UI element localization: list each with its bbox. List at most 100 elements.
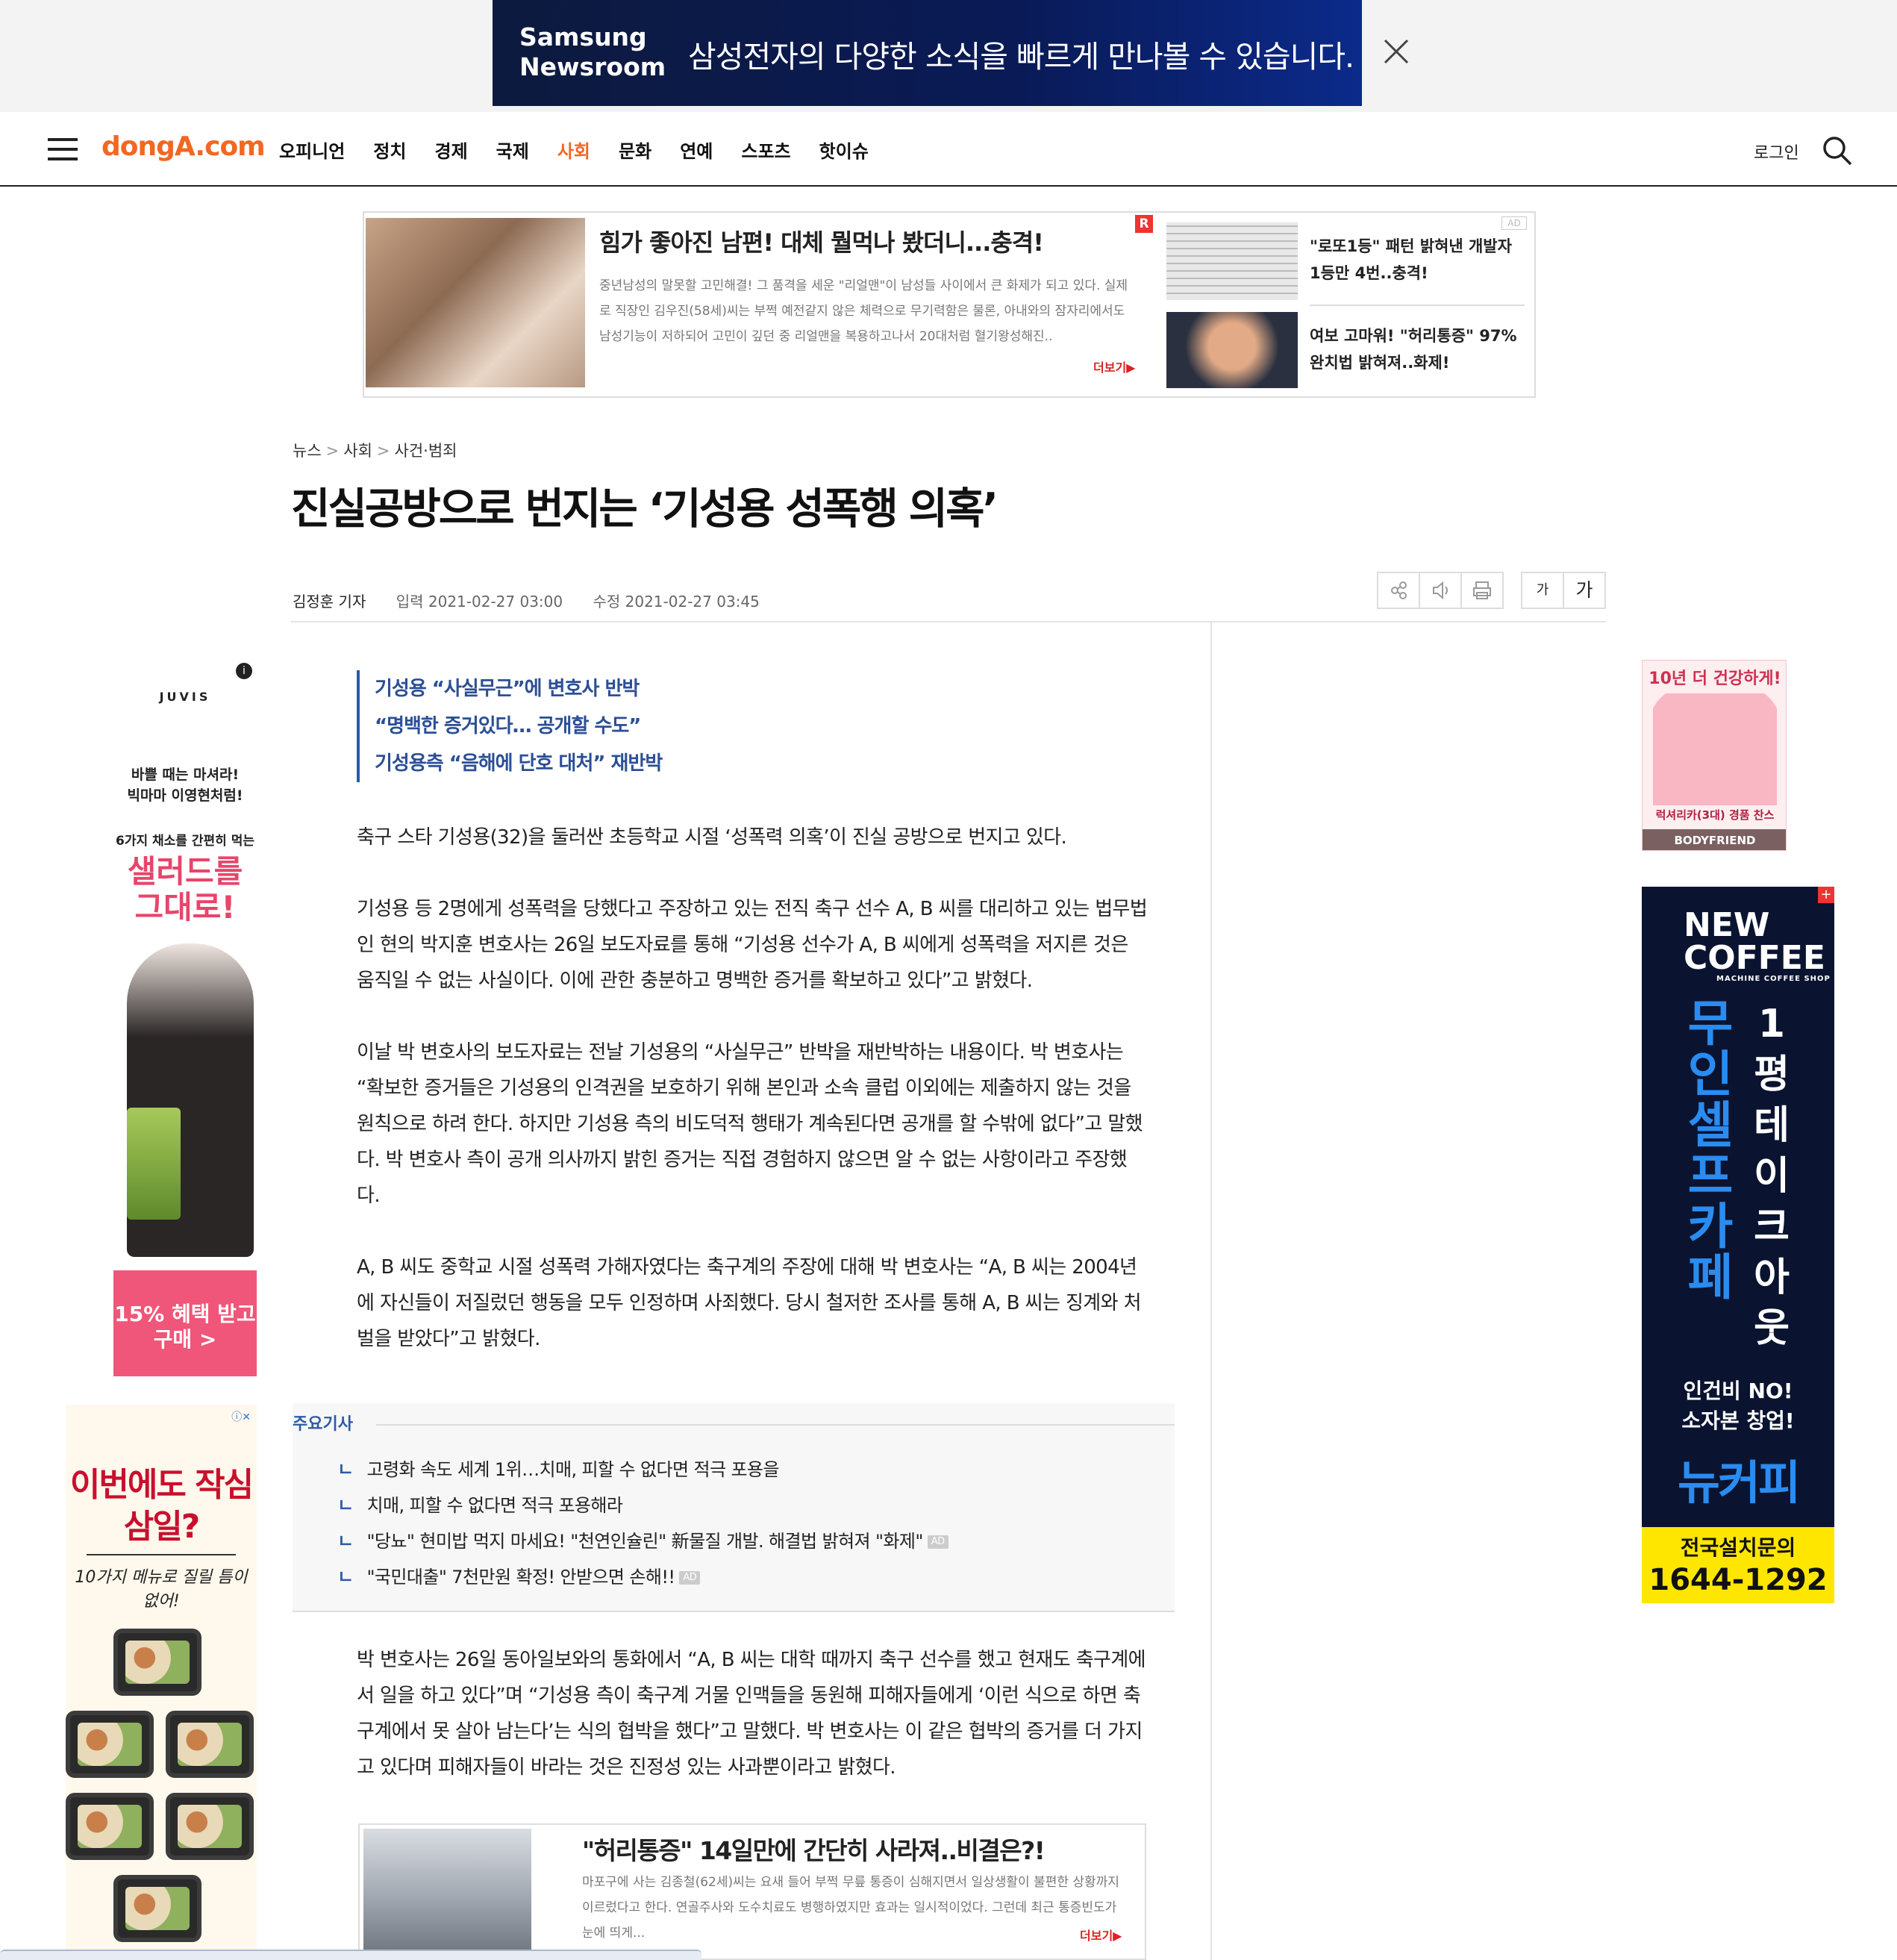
nav-item-entertainment[interactable]: 연예 xyxy=(680,137,713,163)
ad-text: 인건비 NO! 소자본 창업! xyxy=(1681,1379,1795,1433)
meal-box-image xyxy=(166,1711,254,1778)
breadcrumb-separator: > xyxy=(325,442,340,460)
article-paragraph: A, B 씨도 중학교 시절 성폭력 가해자였다는 축구계의 주장에 대해 박 … xyxy=(357,1256,1141,1350)
top-ad-side-link-1[interactable]: "로또1등" 패턴 밝혀낸 개발자 1등만 4번..충격! xyxy=(1310,233,1519,287)
top-ad-title[interactable]: 힘가 좋아진 남편! 대체 뭘먹나 봤더니...충격! xyxy=(599,224,1044,258)
meal-box-ad[interactable]: ⓘ✕ 이번에도 작심삼일? 10가지 메뉴로 질릴 틈이 없어! xyxy=(66,1405,257,1960)
article-paragraph: 이날 박 변호사의 보도자료는 전날 기성용의 “사실무근” 반박을 재반박하는… xyxy=(357,1041,1143,1207)
banner-brand: Samsung Newsroom xyxy=(519,22,666,81)
ad-brand: 뉴커피 xyxy=(1677,1455,1801,1510)
breadcrumb: 뉴스 > 사회 > 사건·범죄 xyxy=(293,439,457,461)
ad-badge: AD xyxy=(1501,216,1527,230)
new-coffee-logo: NEW COFFEE MACHINE COFFEE SHOP xyxy=(1684,906,1831,984)
summary-line: 기성용측 “음해에 단호 대처” 재반박 xyxy=(375,752,663,775)
summary-line: 기성용 “사실무근”에 변호사 반박 xyxy=(375,678,640,700)
meal-box-image xyxy=(113,1875,201,1942)
juice-cup-image xyxy=(127,1108,181,1220)
input-date: 입력 2021-02-27 03:00 xyxy=(396,593,563,611)
related-article-link[interactable]: ㄴ 치매, 피할 수 없다면 적극 포용해라 xyxy=(337,1488,948,1523)
backpain-ad-image[interactable] xyxy=(1166,312,1298,388)
byline: 김정훈 기자 입력 2021-02-27 03:00 수정 2021-02-27… xyxy=(293,590,785,611)
corner-bullet-icon: ㄴ xyxy=(337,1567,354,1588)
article-tools xyxy=(1377,572,1504,609)
nav-item-politics[interactable]: 정치 xyxy=(373,137,406,163)
login-link[interactable]: 로그인 xyxy=(1754,140,1799,163)
top-ad-side-link-2[interactable]: 여보 고마워! "허리통증" 97% 완치법 밝혀져..화제! xyxy=(1310,322,1519,376)
nav-item-economy[interactable]: 경제 xyxy=(435,137,468,163)
plus-icon[interactable]: + xyxy=(1818,887,1834,903)
corner-bullet-icon: ㄴ xyxy=(337,1531,354,1552)
ad-headline: 10년 더 건강하게! xyxy=(1648,670,1781,688)
bodyfriend-ad[interactable]: 10년 더 건강하게! 럭셔리카(3대) 경품 찬스 BODYFRIEND xyxy=(1642,660,1787,851)
ad-cta-button[interactable]: 전국설치문의 1644-1292 xyxy=(1642,1527,1834,1603)
meal-box-image xyxy=(166,1793,254,1860)
breadcrumb-society[interactable]: 사회 xyxy=(343,442,372,460)
inline-ad-more-link[interactable]: 더보기▶ xyxy=(1080,1926,1122,1944)
juvis-logo: JUVIS xyxy=(159,690,211,704)
top-ad-image[interactable] xyxy=(366,218,585,387)
divider xyxy=(376,1424,1175,1426)
top-ad-more-link[interactable]: 더보기▶ xyxy=(1093,358,1135,375)
related-articles-list: ㄴ 고령화 속도 세계 1위…치매, 피할 수 없다면 적극 포용을 ㄴ 치매, 피… xyxy=(337,1452,948,1595)
info-icon[interactable]: i xyxy=(236,663,252,679)
breadcrumb-crime[interactable]: 사건·범죄 xyxy=(395,442,457,460)
font-size-tools: 가 가 xyxy=(1521,572,1606,609)
nav-item-culture[interactable]: 문화 xyxy=(619,137,651,163)
font-increase-button[interactable]: 가 xyxy=(1563,572,1606,609)
close-icon[interactable] xyxy=(1378,33,1415,70)
related-article-link[interactable]: ㄴ "국민대출" 7천만원 확정! 안받으면 손해!! AD xyxy=(337,1559,948,1595)
nav-item-opinion[interactable]: 오피니언 xyxy=(279,137,345,163)
share-icon[interactable] xyxy=(1377,572,1420,609)
ad-text: 10가지 메뉴로 질릴 틈이 없어! xyxy=(75,1568,248,1611)
inline-ad-body: 마포구에 사는 김종철(62세)씨는 요새 들어 부쩍 무릎 통증이 심해지면서… xyxy=(582,1875,1119,1941)
inline-ad-image[interactable] xyxy=(363,1829,531,1960)
related-article-link[interactable]: ㄴ 고령화 속도 세계 1위…치매, 피할 수 없다면 적극 포용을 xyxy=(337,1452,948,1488)
article-paragraph: 박 변호사는 26일 동아일보와의 통화에서 “A, B 씨는 대학 때까지 축… xyxy=(357,1649,1146,1779)
modified-date: 수정 2021-02-27 03:45 xyxy=(593,593,760,611)
divider xyxy=(291,621,1606,622)
meal-box-image xyxy=(66,1711,154,1778)
article-paragraph: 기성용 등 2명에게 성폭력을 당했다고 주장하고 있는 전직 축구 선수 A,… xyxy=(357,898,1148,992)
adchoices-icon[interactable]: ⓘ✕ xyxy=(231,1409,251,1424)
related-article-link[interactable]: ㄴ "당뇨" 현미밥 먹지 마세요! "천연인슐린" 新물질 개발. 해결법 밝혀… xyxy=(337,1523,948,1559)
ad-cta-button[interactable]: 15% 혜택 받고 구매 > xyxy=(113,1270,257,1376)
speaker-icon[interactable] xyxy=(1419,572,1462,609)
menu-icon[interactable] xyxy=(48,138,78,160)
ad-badge: AD xyxy=(679,1571,701,1585)
font-decrease-button[interactable]: 가 xyxy=(1521,572,1564,609)
page-title: 진실공방으로 번지는 ‘기성용 성폭행 의혹’ xyxy=(291,484,998,534)
search-icon[interactable] xyxy=(1821,134,1854,167)
heart-image xyxy=(1653,693,1777,805)
article-summary: 기성용 “사실무근”에 변호사 반박 “명백한 증거있다… 공개할 수도” 기성… xyxy=(357,670,663,782)
ad-headline: 1평테이크아웃 xyxy=(1754,1002,1790,1351)
author[interactable]: 김정훈 기자 xyxy=(293,593,366,611)
corner-bullet-icon: ㄴ xyxy=(337,1459,354,1480)
nav-item-society[interactable]: 사회 xyxy=(557,137,590,163)
ad-text: 6가지 채소를 간편히 먹는 xyxy=(116,834,254,849)
nav-item-sports[interactable]: 스포츠 xyxy=(741,137,790,163)
juvis-ad[interactable]: i JUVIS 바쁠 때는 마셔라! 빅마마 이영현처럼! 6가지 채소를 간편히… xyxy=(113,660,257,1376)
bottom-popup-tab[interactable] xyxy=(0,1950,701,1960)
site-logo[interactable]: dongA.com xyxy=(101,131,266,162)
new-coffee-ad[interactable]: + NEW COFFEE MACHINE COFFEE SHOP 무인셀프카페 1… xyxy=(1642,887,1834,1603)
nav-item-international[interactable]: 국제 xyxy=(496,137,529,163)
corner-bullet-icon: ㄴ xyxy=(337,1495,354,1516)
summary-line: “명백한 증거있다… 공개할 수도” xyxy=(375,715,641,737)
nav-menu: 오피니언 정치 경제 국제 사회 문화 연예 스포츠 핫이슈 xyxy=(279,137,897,163)
column-divider xyxy=(1210,622,1212,1960)
nav-item-hot-issue[interactable]: 핫이슈 xyxy=(819,137,869,163)
ad-headline: 이번에도 작심삼일? xyxy=(69,1466,254,1546)
ad-text: 럭셔리카(3대) 경품 찬스 xyxy=(1655,808,1775,822)
breadcrumb-separator: > xyxy=(376,442,390,460)
ad-text: 바쁠 때는 마셔라! 빅마마 이영현처럼! xyxy=(127,767,243,804)
inline-ad-title[interactable]: "허리통증" 14일만에 간단히 사라져..비결은?! xyxy=(582,1831,1046,1867)
breadcrumb-news[interactable]: 뉴스 xyxy=(293,442,322,460)
divider xyxy=(87,1554,236,1555)
bodyfriend-logo: BODYFRIEND xyxy=(1643,829,1786,850)
divider xyxy=(1310,305,1525,306)
lotto-ad-image[interactable] xyxy=(1166,222,1298,300)
meal-box-image xyxy=(66,1793,154,1860)
related-articles-label: 주요기사 xyxy=(293,1415,353,1434)
print-icon[interactable] xyxy=(1460,572,1504,609)
samsung-newsroom-banner[interactable]: Samsung Newsroom 삼성전자의 다양한 소식을 빠르게 만나볼 수… xyxy=(493,0,1362,106)
